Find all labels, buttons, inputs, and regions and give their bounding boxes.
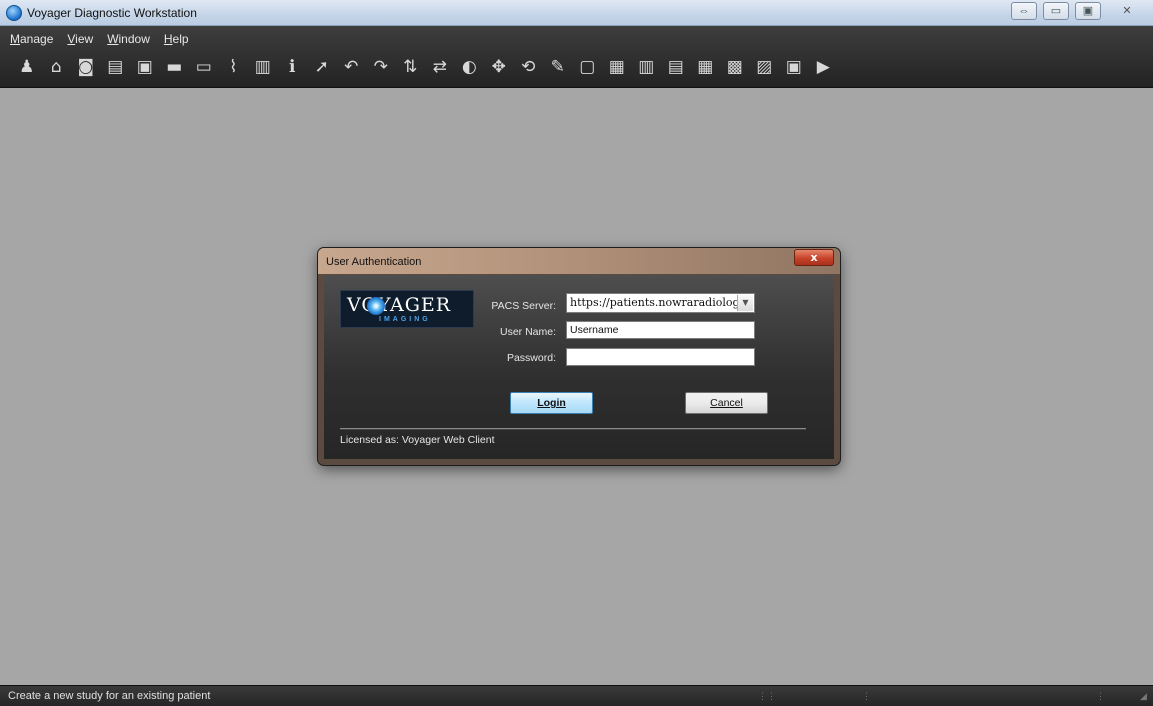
- status-bar: Create a new study for an existing patie…: [0, 685, 1153, 706]
- folder-icon[interactable]: ▬: [160, 54, 190, 80]
- restore-layout-button[interactable]: ⇔: [1011, 2, 1037, 20]
- contrast-icon[interactable]: ◐: [455, 54, 485, 80]
- status-grip-icon: ⋮: [1096, 691, 1105, 701]
- close-window-button[interactable]: ✕: [1107, 2, 1147, 20]
- resize-grip-icon[interactable]: ◢: [1140, 691, 1147, 702]
- open-study-icon[interactable]: ◙: [71, 54, 101, 80]
- flip-horizontal-icon[interactable]: ⇄: [425, 54, 455, 80]
- fullscreen-icon[interactable]: ▣: [779, 54, 809, 80]
- print-icon[interactable]: ▤: [101, 54, 131, 80]
- reset-icon[interactable]: ⟲: [514, 54, 544, 80]
- new-patient-icon[interactable]: ♟: [12, 54, 42, 80]
- logo-subtext: IMAGING: [379, 316, 431, 323]
- menu-help[interactable]: Help: [164, 32, 189, 46]
- layout-2-icon[interactable]: ▤: [661, 54, 691, 80]
- username-label: User Name:: [499, 326, 556, 338]
- open-folder-icon[interactable]: ⌂: [42, 54, 72, 80]
- pacs-server-value: https://patients.nowraradiolog: [570, 296, 740, 309]
- pacs-server-label: PACS Server:: [491, 300, 556, 312]
- flip-vertical-icon[interactable]: ⇅: [396, 54, 426, 80]
- chevron-down-icon[interactable]: ▼: [737, 295, 753, 311]
- cine-icon[interactable]: ▶: [809, 54, 839, 80]
- cancel-button[interactable]: Cancel: [685, 392, 768, 414]
- layout-4-icon[interactable]: ▩: [720, 54, 750, 80]
- password-input[interactable]: [566, 348, 755, 366]
- minimize-button[interactable]: ▭: [1043, 2, 1069, 20]
- dialog-close-button[interactable]: x: [794, 249, 834, 266]
- layout-1-icon[interactable]: ▥: [632, 54, 662, 80]
- logo-orb-icon: [367, 297, 385, 315]
- menu-view[interactable]: View: [67, 32, 93, 46]
- license-text: Licensed as: Voyager Web Client: [340, 434, 495, 446]
- pacs-server-select[interactable]: https://patients.nowraradiolog ▼: [566, 293, 755, 313]
- menu-window[interactable]: Window: [107, 32, 150, 46]
- auth-dialog: User Authentication x VOYAGER IMAGING PA…: [318, 248, 840, 465]
- pan-icon[interactable]: ✥: [484, 54, 514, 80]
- rotate-right-icon[interactable]: ↷: [366, 54, 396, 80]
- dialog-title: User Authentication: [326, 256, 422, 268]
- annotate-icon[interactable]: ✎: [543, 54, 573, 80]
- folder-open-icon[interactable]: ▭: [189, 54, 219, 80]
- toolbar: ♟ ⌂ ◙ ▤ ▣ ▬ ▭ ⌇ ▥ ℹ ➚ ↶ ↷ ⇅ ⇄ ◐ ✥ ⟲ ✎ ▢ ▦ ▥ ▤ ▦ ▩ ▨ ▣ ▶: [12, 54, 838, 80]
- username-input[interactable]: Username: [566, 321, 755, 339]
- broadcast-icon[interactable]: ⌇: [219, 54, 249, 80]
- app-chrome: Manage View Window Help ♟ ⌂ ◙ ▤ ▣ ▬ ▭ ⌇ ▥ ℹ ➚ ↶ ↷ ⇅ ⇄ ◐…: [0, 26, 1153, 88]
- status-text: Create a new study for an existing patie…: [8, 690, 211, 702]
- logo-text: VOYAGER: [347, 294, 452, 316]
- maximize-button[interactable]: ▣: [1075, 2, 1101, 20]
- status-grip-icon: ⋮: [862, 691, 871, 701]
- import-image-icon[interactable]: ▣: [130, 54, 160, 80]
- title-bar: Voyager Diagnostic Workstation ⇔ ▭ ▣ ✕: [0, 0, 1153, 26]
- menu-manage[interactable]: Manage: [10, 32, 53, 46]
- info-icon[interactable]: ℹ: [278, 54, 308, 80]
- display-icon[interactable]: ▢: [573, 54, 603, 80]
- login-button-label: Login: [537, 397, 566, 409]
- status-grip-icon: ⋮⋮: [758, 691, 776, 701]
- cancel-button-label: Cancel: [710, 397, 743, 409]
- menu-bar: Manage View Window Help: [10, 32, 189, 46]
- layout-5-icon[interactable]: ▨: [750, 54, 780, 80]
- dialog-title-bar: User Authentication x: [318, 248, 840, 274]
- select-pointer-icon[interactable]: ➚: [307, 54, 337, 80]
- app-icon: [6, 5, 22, 21]
- dialog-body: VOYAGER IMAGING PACS Server: https://pat…: [324, 275, 834, 459]
- password-label: Password:: [506, 352, 556, 364]
- layout-3-icon[interactable]: ▦: [691, 54, 721, 80]
- voyager-logo: VOYAGER IMAGING: [340, 290, 474, 328]
- save-icon[interactable]: ▥: [248, 54, 278, 80]
- login-button[interactable]: Login: [510, 392, 593, 414]
- dialog-divider: [340, 428, 806, 430]
- rotate-left-icon[interactable]: ↶: [337, 54, 367, 80]
- window-controls: ⇔ ▭ ▣ ✕: [1011, 2, 1147, 20]
- window-title: Voyager Diagnostic Workstation: [27, 6, 197, 20]
- measure-icon[interactable]: ▦: [602, 54, 632, 80]
